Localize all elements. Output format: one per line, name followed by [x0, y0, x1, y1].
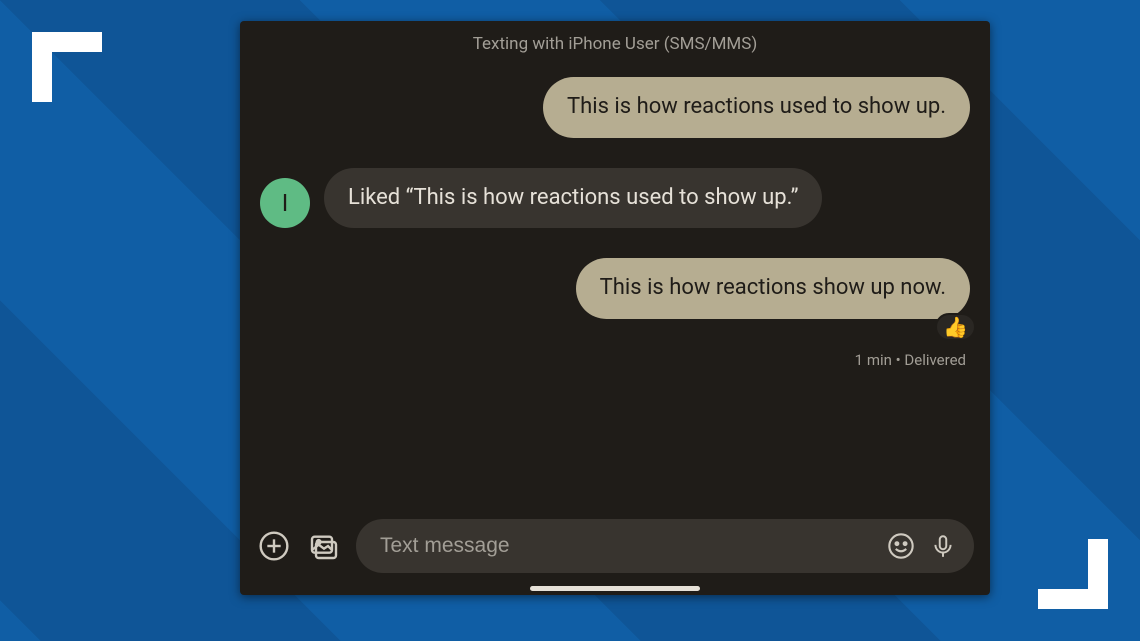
compose-bar	[240, 507, 990, 595]
message-bubble-sent[interactable]: This is how reactions used to show up.	[543, 77, 970, 138]
emoji-button[interactable]	[886, 531, 916, 561]
frame-background: Texting with iPhone User (SMS/MMS) This …	[0, 0, 1140, 641]
message-row-sent[interactable]: This is how reactions show up now. 👍	[260, 258, 970, 319]
add-attachment-button[interactable]	[256, 528, 292, 564]
contact-avatar[interactable]: I	[260, 178, 310, 228]
smiley-icon	[887, 532, 915, 560]
plus-circle-icon	[258, 530, 290, 562]
gallery-icon	[308, 530, 340, 562]
gallery-button[interactable]	[306, 528, 342, 564]
avatar-initial: I	[282, 189, 289, 217]
message-row-received[interactable]: I Liked “This is how reactions used to s…	[260, 168, 970, 229]
reaction-badge[interactable]: 👍	[935, 313, 976, 341]
conversation-header: Texting with iPhone User (SMS/MMS)	[240, 21, 990, 67]
voice-button[interactable]	[928, 531, 958, 561]
message-bubble-received[interactable]: Liked “This is how reactions used to sho…	[324, 168, 822, 229]
message-with-reaction[interactable]: This is how reactions show up now. 👍	[576, 258, 970, 319]
header-title: Texting with iPhone User (SMS/MMS)	[473, 34, 758, 54]
message-row-sent[interactable]: This is how reactions used to show up.	[260, 77, 970, 138]
messaging-app: Texting with iPhone User (SMS/MMS) This …	[240, 21, 990, 595]
message-status: 1 min • Delivered	[260, 351, 970, 369]
corner-bracket-bottom-right	[1038, 539, 1108, 609]
thumbs-up-icon: 👍	[943, 315, 968, 339]
corner-bracket-top-left	[32, 32, 102, 102]
message-input[interactable]	[378, 533, 874, 559]
nav-home-indicator[interactable]	[530, 586, 700, 591]
chat-area[interactable]: This is how reactions used to show up. I…	[240, 67, 990, 507]
microphone-icon	[930, 533, 956, 559]
compose-field[interactable]	[356, 519, 974, 573]
message-bubble-sent[interactable]: This is how reactions show up now.	[576, 258, 970, 319]
